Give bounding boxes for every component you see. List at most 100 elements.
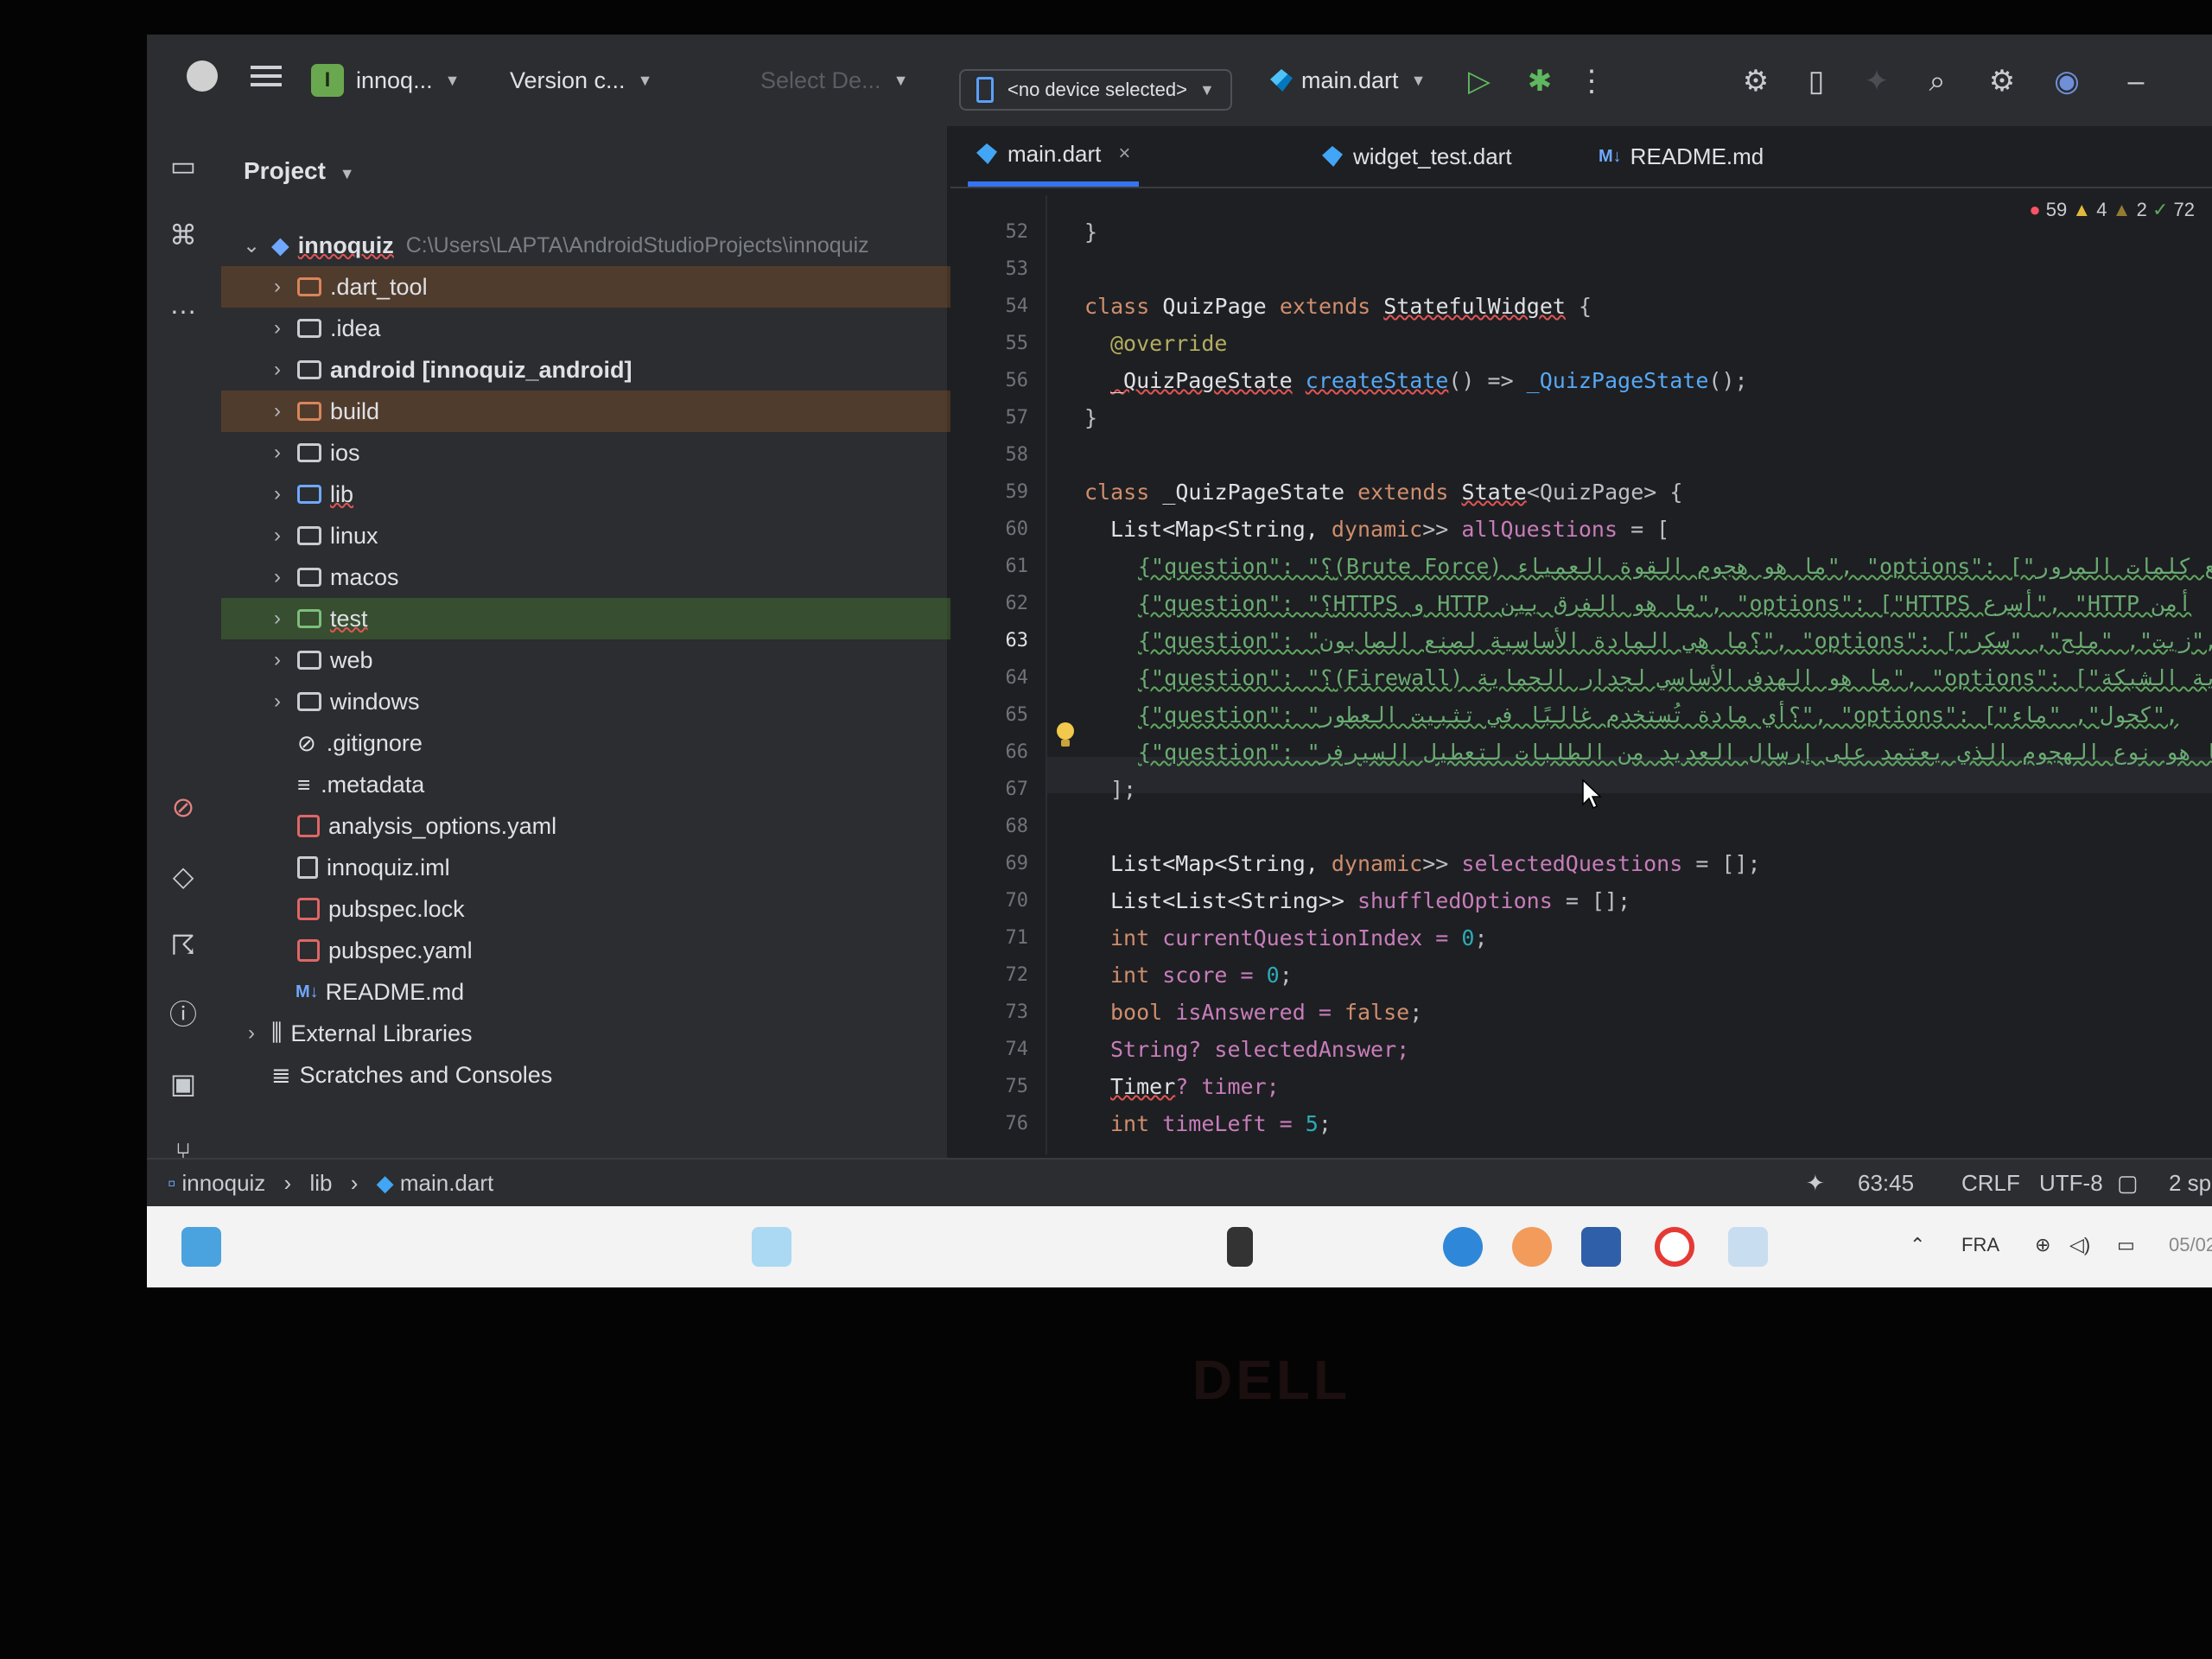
- tree-item[interactable]: › ⫼ External Libraries: [221, 1013, 964, 1054]
- project-badge-icon: I: [311, 64, 344, 97]
- ai-sparkle-icon[interactable]: ✦: [1806, 1170, 1825, 1197]
- tree-item[interactable]: › android [innoquiz_android]: [221, 349, 990, 391]
- chevron-right-icon: ›: [274, 358, 281, 381]
- clock-date[interactable]: 05/02: [2169, 1234, 2212, 1256]
- code-line: bool isAnswered = false;: [1110, 1000, 1422, 1034]
- network-icon[interactable]: ⊕: [2035, 1234, 2050, 1256]
- field-name: timeLeft =: [1149, 1111, 1306, 1136]
- gemini-diamond-icon[interactable]: ◇: [164, 857, 202, 895]
- tree-item[interactable]: › lib: [221, 474, 990, 515]
- tree-item[interactable]: › build: [221, 391, 990, 432]
- more-tools-icon[interactable]: …: [164, 285, 202, 323]
- tab-widget-test[interactable]: widget_test.dart: [1322, 126, 1512, 187]
- code-area[interactable]: } class QuizPage extends StatefulWidget …: [1084, 195, 2212, 1154]
- vcs-label: Version c...: [510, 67, 626, 93]
- field-name: ? timer;: [1175, 1074, 1280, 1099]
- app-icon[interactable]: [1227, 1227, 1253, 1267]
- device-manager-icon[interactable]: ⚙: [1737, 62, 1775, 100]
- tree-item[interactable]: pubspec.lock: [221, 888, 1023, 930]
- caret-position[interactable]: 63:45: [1858, 1170, 1914, 1197]
- breadcrumb-item[interactable]: main.dart: [400, 1170, 493, 1196]
- close-icon[interactable]: ×: [1118, 142, 1130, 166]
- folder-icon[interactable]: ▭: [164, 147, 202, 185]
- tree-item[interactable]: › ios: [221, 432, 990, 474]
- tree-item[interactable]: › web: [221, 639, 990, 681]
- volume-icon[interactable]: ◁): [2069, 1234, 2090, 1256]
- folder-icon: [297, 319, 321, 338]
- tree-item-label: pubspec.lock: [328, 895, 465, 922]
- mouse-cursor-icon: [1582, 779, 1602, 810]
- opera-icon[interactable]: [1655, 1227, 1694, 1267]
- number-literal: 5: [1305, 1111, 1319, 1136]
- main-menu-icon[interactable]: [251, 60, 282, 92]
- tree-root-label: innoquiz: [297, 232, 394, 258]
- settings-gear-icon[interactable]: ⚙: [1983, 62, 2021, 100]
- run-icon[interactable]: ▷: [1460, 62, 1498, 100]
- running-devices-icon[interactable]: ▯: [1797, 62, 1835, 100]
- keyword: extends: [1357, 480, 1449, 505]
- tree-item[interactable]: › .idea: [221, 308, 990, 349]
- code-text: () =>: [1448, 368, 1527, 393]
- tab-readme[interactable]: M↓ README.md: [1599, 126, 1764, 187]
- input-language[interactable]: FRA: [1961, 1234, 1999, 1256]
- readonly-toggle-icon[interactable]: ▢: [2117, 1170, 2139, 1197]
- tree-root[interactable]: ⌄ ◆ innoquiz C:\Users\LAPTA\AndroidStudi…: [221, 225, 964, 266]
- chevron-right-icon: ›: [274, 275, 281, 298]
- flutter-outline-icon[interactable]: ⊘: [164, 788, 202, 826]
- tab-main-dart[interactable]: main.dart ×: [968, 126, 1140, 187]
- tree-item[interactable]: › test: [221, 598, 990, 639]
- breadcrumb-item[interactable]: lib: [309, 1170, 332, 1196]
- structure-icon[interactable]: ⌘: [164, 216, 202, 254]
- tree-item[interactable]: › windows: [221, 681, 990, 722]
- problems-icon[interactable]: ⓘ: [164, 995, 202, 1033]
- run-config-selector[interactable]: main.dart ▼: [1270, 59, 1426, 102]
- tree-item[interactable]: › .dart_tool: [221, 266, 990, 308]
- line-number: 69: [1005, 853, 1029, 874]
- code-text: ;: [1318, 1111, 1332, 1136]
- search-icon[interactable]: ⌕: [1918, 62, 1956, 100]
- dart-file-icon: ◆: [376, 1170, 394, 1196]
- yaml-file-icon: [297, 898, 320, 920]
- device-selector[interactable]: <no device selected> ▼: [959, 69, 1232, 111]
- line-number: 62: [1005, 593, 1029, 614]
- file-encoding[interactable]: UTF-8: [2039, 1170, 2103, 1197]
- tree-item[interactable]: ≣ Scratches and Consoles: [221, 1054, 997, 1096]
- lightbulb-icon[interactable]: [1054, 721, 1077, 750]
- gemini-icon[interactable]: ✦: [1858, 62, 1896, 100]
- android-studio-logo-icon[interactable]: [187, 60, 218, 92]
- chevron-up-icon[interactable]: ⌃: [1910, 1234, 1925, 1256]
- store-icon[interactable]: [1581, 1227, 1621, 1267]
- tree-item[interactable]: innoquiz.iml: [221, 847, 1023, 888]
- select-device-label: Select De...: [760, 67, 881, 93]
- account-icon[interactable]: ◉: [2048, 62, 2086, 100]
- app-inspection-icon[interactable]: ☈: [164, 926, 202, 964]
- project-switcher[interactable]: I innoq... ▼: [311, 59, 460, 102]
- minimize-icon[interactable]: –: [2117, 62, 2155, 100]
- terminal-icon[interactable]: ▣: [164, 1065, 202, 1103]
- project-view-selector[interactable]: Project ▼: [244, 157, 355, 185]
- line-separator[interactable]: CRLF: [1961, 1170, 2020, 1197]
- indent-setting[interactable]: 2 sp: [2169, 1170, 2211, 1197]
- code-line: {"question": "؟(Firewall) ما هو الهدف ال…: [1138, 665, 2212, 700]
- more-actions-icon[interactable]: ⋮: [1573, 62, 1611, 100]
- tree-item[interactable]: pubspec.yaml: [221, 930, 1023, 971]
- tree-item[interactable]: › linux: [221, 515, 990, 556]
- tree-item[interactable]: ⊘ .gitignore: [221, 722, 1023, 764]
- vcs-widget[interactable]: Version c... ▼: [510, 59, 652, 102]
- tree-item-label: README.md: [325, 978, 465, 1005]
- tree-item-label: pubspec.yaml: [328, 937, 473, 963]
- folder-icon: [297, 360, 321, 379]
- android-studio-taskbar-icon[interactable]: [1728, 1227, 1768, 1267]
- tree-item[interactable]: ≡ .metadata: [221, 764, 1023, 805]
- breadcrumb-item[interactable]: innoquiz: [181, 1170, 265, 1196]
- debug-icon[interactable]: ✱: [1521, 62, 1559, 100]
- start-icon[interactable]: [752, 1227, 791, 1267]
- firefox-icon[interactable]: [1512, 1227, 1552, 1267]
- edge-icon[interactable]: [1443, 1227, 1483, 1267]
- battery-icon[interactable]: ▭: [2117, 1234, 2135, 1256]
- widgets-icon[interactable]: [181, 1227, 221, 1267]
- tree-item[interactable]: analysis_options.yaml: [221, 805, 1023, 847]
- tree-item[interactable]: M↓ README.md: [221, 971, 1021, 1013]
- tree-item[interactable]: › macos: [221, 556, 990, 598]
- select-device-widget[interactable]: Select De... ▼: [760, 59, 908, 102]
